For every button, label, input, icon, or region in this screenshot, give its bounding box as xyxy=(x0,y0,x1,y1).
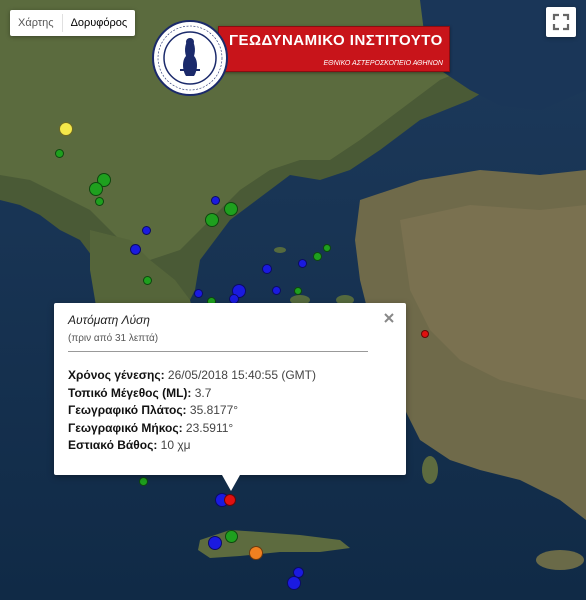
event-marker-green[interactable] xyxy=(205,213,219,227)
logo-institute-name: ΓΕΩΔΥΝΑΜΙΚΟ ΙΝΣΤΙΤΟΥΤΟ xyxy=(229,32,443,49)
longitude-row: Γεωγραφικό Μήκος: 23.5911° xyxy=(68,420,234,435)
map-type-satellite[interactable]: Δορυφόρος xyxy=(63,10,136,36)
latitude-row: Γεωγραφικό Πλάτος: 35.8177° xyxy=(68,403,239,417)
event-marker-green[interactable] xyxy=(224,202,238,216)
event-marker-orange[interactable] xyxy=(249,546,263,560)
event-marker-red[interactable] xyxy=(421,330,429,338)
close-icon[interactable] xyxy=(382,311,396,325)
observatory-seal xyxy=(152,20,228,96)
event-marker-green[interactable] xyxy=(139,477,148,486)
event-marker-green[interactable] xyxy=(294,287,302,295)
event-marker-blue[interactable] xyxy=(142,226,151,235)
event-marker-green[interactable] xyxy=(55,149,64,158)
event-marker-green[interactable] xyxy=(143,276,152,285)
event-marker-green[interactable] xyxy=(95,197,104,206)
origin-time-row: Χρόνος γένεσης: 26/05/2018 15:40:55 (GMT… xyxy=(68,368,317,382)
event-marker-blue[interactable] xyxy=(130,244,141,255)
fullscreen-button[interactable] xyxy=(546,7,576,37)
event-marker-green[interactable] xyxy=(323,244,331,252)
fullscreen-icon xyxy=(552,13,570,31)
event-marker-blue[interactable] xyxy=(298,259,307,268)
event-marker-green[interactable] xyxy=(313,252,322,261)
logo-subtitle: ΕΘΝΙΚΟ ΑΣΤΕΡΟΣΚΟΠΕΙΟ ΑΘΗΝΩΝ xyxy=(323,60,443,67)
event-marker-green[interactable] xyxy=(89,182,103,196)
depth-row: Εστιακό Βάθος: 10 χμ xyxy=(68,438,191,452)
popup-title: Αυτόματη Λύση xyxy=(68,313,150,327)
institute-logo: ΓΕΩΔΥΝΑΜΙΚΟ ΙΝΣΤΙΤΟΥΤΟ ΕΘΝΙΚΟ ΑΣΤΕΡΟΣΚΟΠ… xyxy=(152,20,450,100)
event-info-popup: Αυτόματη Λύση (πριν από 31 λεπτά) Χρόνος… xyxy=(54,303,406,491)
map-type-map[interactable]: Χάρτης xyxy=(10,10,62,36)
event-marker-blue[interactable] xyxy=(287,576,301,590)
popup-tail xyxy=(222,475,240,491)
event-marker-blue[interactable] xyxy=(208,536,222,550)
event-marker-blue[interactable] xyxy=(262,264,272,274)
event-marker-blue[interactable] xyxy=(272,286,281,295)
map-type-control: Χάρτης Δορυφόρος xyxy=(10,10,136,36)
event-marker-yellow[interactable] xyxy=(59,122,73,136)
popup-time-ago: (πριν από 31 λεπτά) xyxy=(68,333,159,344)
logo-banner: ΓΕΩΔΥΝΑΜΙΚΟ ΙΝΣΤΙΤΟΥΤΟ ΕΘΝΙΚΟ ΑΣΤΕΡΟΣΚΟΠ… xyxy=(218,26,450,72)
popup-divider xyxy=(68,351,368,352)
event-marker-green[interactable] xyxy=(225,530,238,543)
popup-details: Χρόνος γένεσης: 26/05/2018 15:40:55 (GMT… xyxy=(68,367,316,455)
event-marker-blue[interactable] xyxy=(194,289,203,298)
event-marker-red-selected[interactable] xyxy=(224,494,236,506)
event-marker-blue[interactable] xyxy=(211,196,220,205)
magnitude-row: Τοπικό Μέγεθος (ML): 3.7 xyxy=(68,385,212,400)
